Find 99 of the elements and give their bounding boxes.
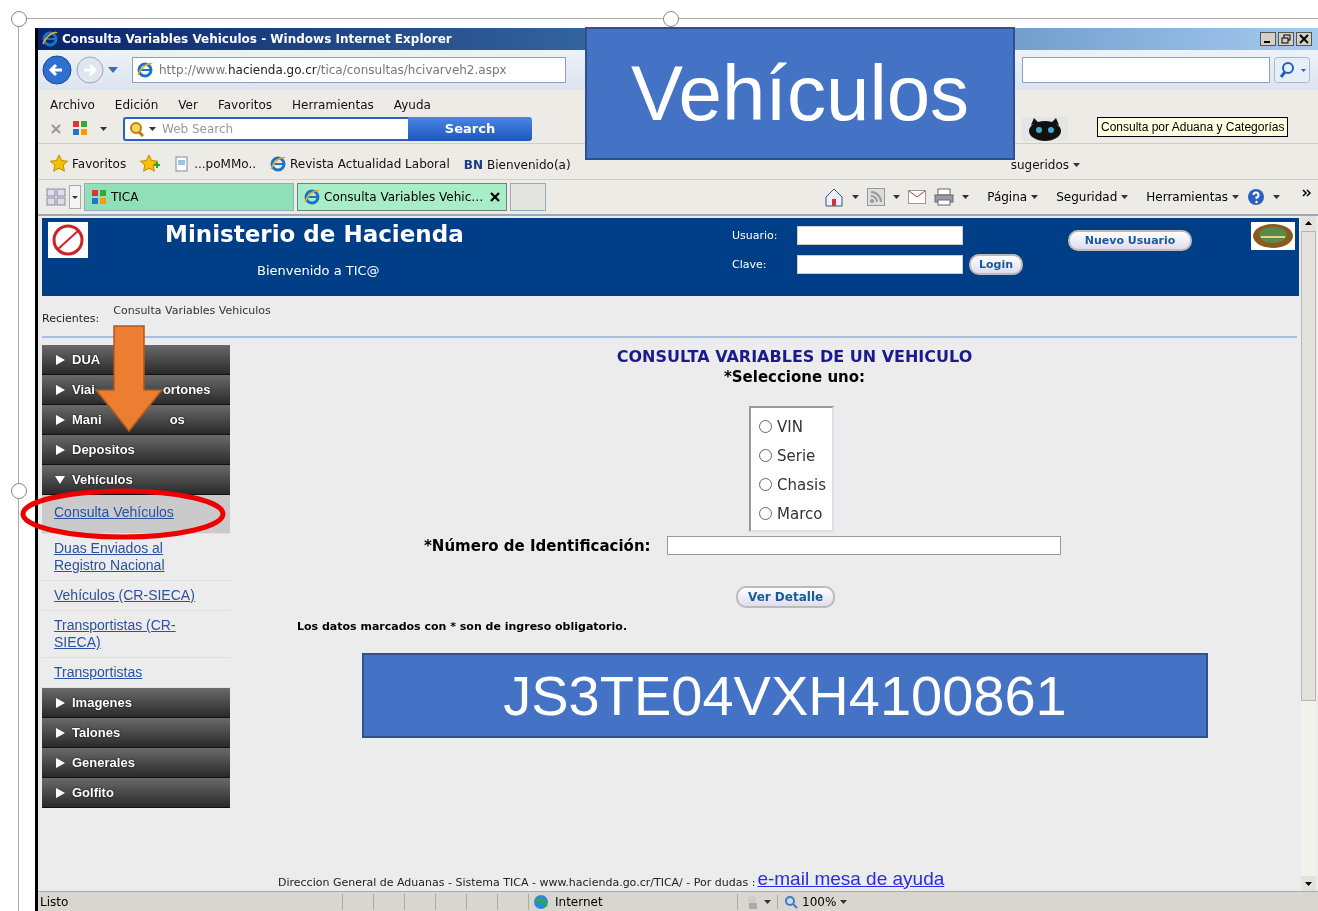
help-email-link[interactable]: e-mail mesa de ayuda — [757, 869, 945, 889]
dropdown-icon[interactable] — [108, 67, 118, 73]
url-text: http://www.hacienda.go.cr/tica/consultas/hcivarveh2.aspx — [159, 63, 507, 77]
id-number-field[interactable] — [666, 536, 1061, 555]
favorites-link[interactable]: BN Bienvenido(a) — [463, 158, 571, 172]
security-zone: Internet — [528, 893, 733, 910]
caret-icon — [1232, 195, 1239, 199]
username-field[interactable] — [797, 226, 963, 245]
search-field[interactable]: Web Search — [160, 120, 404, 137]
search-button[interactable]: Search — [408, 116, 532, 141]
scroll-down-icon — [1301, 876, 1316, 891]
add-favorite-icon[interactable] — [140, 155, 161, 172]
caret-icon[interactable] — [1273, 195, 1280, 199]
search-bar[interactable]: Web Search — [123, 116, 408, 141]
field-label: Clave: — [732, 258, 768, 271]
caret-icon[interactable] — [100, 126, 107, 131]
favorites-link[interactable]: sugeridos — [1010, 158, 1080, 172]
footer-text: Direccion General de Aduanas - Sistema TICA - www.hacienda.go.cr/TICA/ - Por dudas : — [278, 876, 756, 889]
browser-logo-icon — [304, 189, 320, 205]
close-tab-icon[interactable] — [490, 192, 500, 202]
browser-tab[interactable]: TICA — [84, 183, 294, 211]
radio-option[interactable]: Marco — [759, 499, 832, 528]
menu-item[interactable]: Favoritos — [217, 98, 273, 112]
menu-item[interactable]: Edición — [114, 98, 159, 112]
toolbar-menu[interactable]: Herramientas — [1146, 190, 1239, 204]
recent-label: Recientes: — [42, 312, 100, 325]
favorites-link[interactable]: ...poMMo.. — [174, 156, 257, 172]
menu-item[interactable]: Ver — [178, 98, 198, 112]
welcome-text: Bienvenido a TIC@ — [257, 263, 381, 278]
caret-icon — [1073, 163, 1080, 167]
menu-item[interactable]: Ayuda — [393, 98, 431, 112]
scroll-thumb[interactable] — [1301, 231, 1316, 701]
caret-icon — [840, 899, 848, 904]
toolbar-menu[interactable]: Seguridad — [1056, 190, 1129, 204]
magnifier-icon — [129, 120, 145, 137]
scrollbar[interactable] — [1301, 216, 1316, 891]
tab-list-icon[interactable] — [69, 185, 81, 209]
menu-section[interactable]: Generales — [42, 748, 230, 778]
menu-section[interactable]: Golfito — [42, 778, 230, 808]
menu-item[interactable]: Herramientas — [292, 98, 374, 112]
menu-section[interactable]: Imagenes — [42, 688, 230, 718]
window-title: Consulta Variables Vehiculos - Windows Internet Explorer — [62, 32, 453, 46]
favorites-link[interactable]: Revista Actualidad Laboral — [270, 156, 450, 172]
caret-icon[interactable] — [764, 899, 771, 904]
required-note: Los datos marcados con * son de ingreso obligatorio. — [297, 620, 628, 633]
resize-handle[interactable] — [663, 11, 679, 27]
form-prompt: *Seleccione uno: — [722, 368, 867, 386]
chevron-icon[interactable] — [1302, 189, 1312, 197]
menu-item[interactable]: Archivo — [50, 98, 95, 112]
emblem-icon — [1251, 222, 1295, 250]
cat-icon[interactable] — [1022, 116, 1068, 141]
form-title: CONSULTA VARIABLES DE UN VEHICULO — [615, 347, 974, 366]
field-label: Usuario: — [732, 229, 779, 242]
caret-icon[interactable] — [893, 195, 901, 199]
star-icon — [50, 155, 68, 172]
mail-icon[interactable] — [908, 190, 927, 204]
callout-label: Vehículos — [585, 27, 1015, 160]
zoom-icon — [784, 894, 798, 909]
print-icon[interactable] — [934, 188, 955, 206]
caret-icon[interactable] — [149, 126, 156, 131]
resize-handle[interactable] — [11, 11, 27, 27]
password-field[interactable] — [797, 255, 963, 274]
browser-tab[interactable]: Consulta Variables Vehic… — [297, 183, 507, 211]
close-icon[interactable] — [1296, 32, 1312, 46]
login-button[interactable]: Login — [969, 254, 1024, 275]
radio-option[interactable]: Chasis — [759, 470, 832, 499]
minimize-icon[interactable] — [1260, 32, 1276, 46]
menu-section[interactable]: Talones — [42, 718, 230, 748]
site-title: Ministerio de Hacienda — [165, 221, 465, 247]
home-icon[interactable] — [824, 187, 845, 207]
back-icon[interactable] — [42, 55, 72, 85]
menu-section[interactable]: Vehículos — [42, 465, 230, 495]
new-user-button[interactable]: Nuevo Usuario — [1068, 230, 1193, 251]
caret-icon — [1121, 195, 1129, 199]
restore-icon[interactable] — [1278, 32, 1294, 46]
view-detail-button[interactable]: Ver Detalle — [736, 586, 836, 608]
caret-icon — [1031, 195, 1039, 199]
search-icon[interactable] — [1274, 57, 1310, 83]
resize-handle[interactable] — [11, 483, 27, 499]
address-field[interactable]: http://www.hacienda.go.cr/tica/consultas/hcivarveh2.aspx — [132, 57, 566, 83]
recent-link[interactable]: Consulta Variables Vehiculos — [113, 304, 271, 317]
browser-logo-icon — [42, 31, 58, 47]
radio-option[interactable]: VIN — [759, 412, 832, 441]
globe-icon — [533, 893, 549, 910]
radio-option[interactable]: Serie — [759, 441, 832, 470]
field-label: *Número de Identificación: — [424, 536, 651, 555]
menu-section[interactable]: Depositos — [42, 435, 230, 465]
feed-icon[interactable] — [867, 188, 886, 206]
caret-icon[interactable] — [852, 195, 860, 199]
help-icon[interactable] — [1247, 188, 1265, 206]
caret-icon[interactable] — [962, 195, 970, 199]
vin-callout: JS3TE04VXH4100861 — [362, 653, 1208, 738]
toolbar-menu[interactable]: Página — [987, 190, 1039, 204]
status-text: Listo — [39, 894, 70, 909]
address-field-end[interactable] — [1022, 57, 1270, 83]
favorites-button[interactable]: Favoritos — [50, 155, 127, 172]
tooltip: Consulta por Aduana y Categorías — [1097, 117, 1289, 137]
globe-icon — [270, 156, 287, 172]
zoom-control[interactable]: 100% — [777, 894, 874, 909]
